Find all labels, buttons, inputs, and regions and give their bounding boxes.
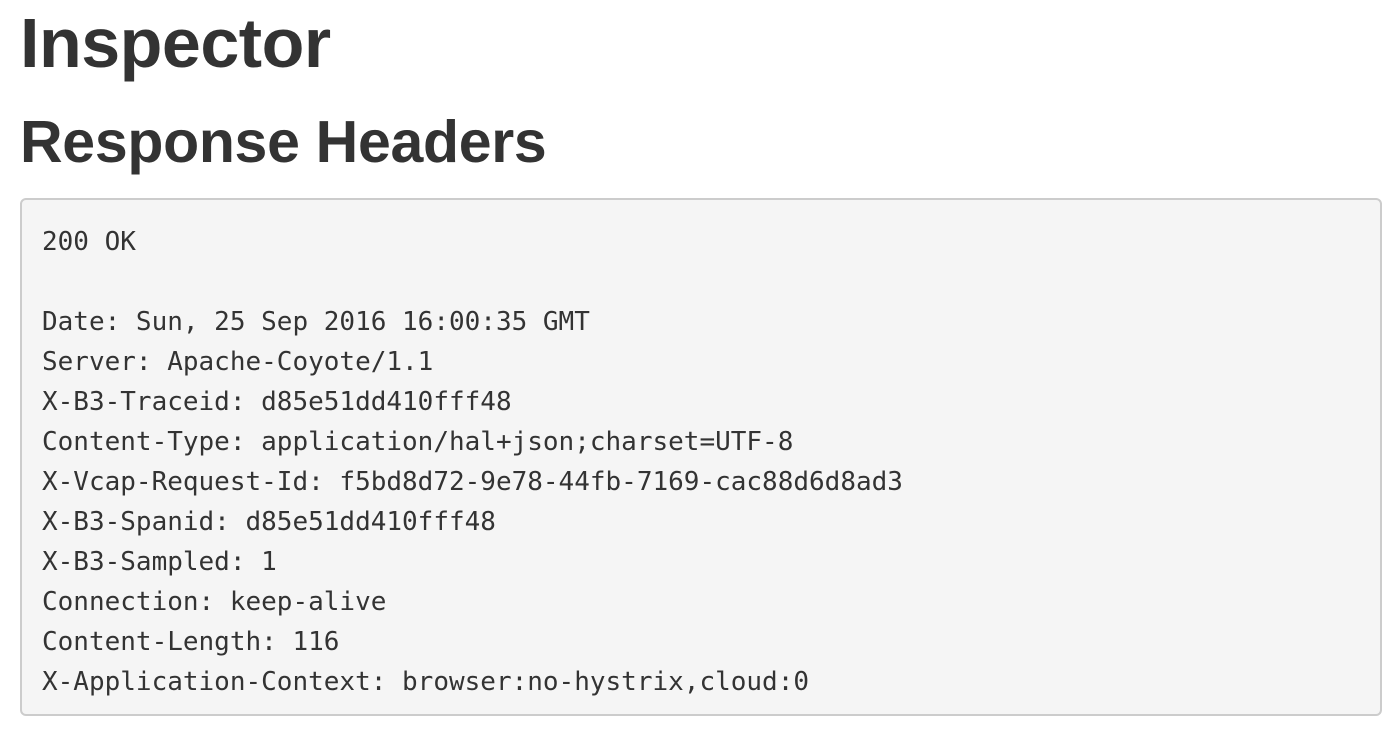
header-line: X-B3-Traceid: d85e51dd410fff48	[42, 387, 512, 417]
header-line: Connection: keep-alive	[42, 587, 387, 617]
section-heading-response-headers: Response Headers	[20, 109, 547, 175]
header-line: Server: Apache-Coyote/1.1	[42, 347, 434, 377]
header-line: Content-Type: application/hal+json;chars…	[42, 427, 794, 457]
response-headers-block[interactable]: 200 OK Date: Sun, 25 Sep 2016 16:00:35 GM…	[20, 198, 1382, 716]
header-line: Date: Sun, 25 Sep 2016 16:00:35 GMT	[42, 307, 590, 337]
header-line: X-Application-Context: browser:no-hystri…	[42, 667, 810, 697]
header-line: Content-Length: 116	[42, 627, 340, 657]
header-line: X-B3-Spanid: d85e51dd410fff48	[42, 507, 496, 537]
status-line: 200 OK	[42, 227, 136, 257]
header-line: X-B3-Sampled: 1	[42, 547, 277, 577]
page-title: Inspector	[20, 4, 331, 82]
header-line: X-Vcap-Request-Id: f5bd8d72-9e78-44fb-71…	[42, 467, 903, 497]
